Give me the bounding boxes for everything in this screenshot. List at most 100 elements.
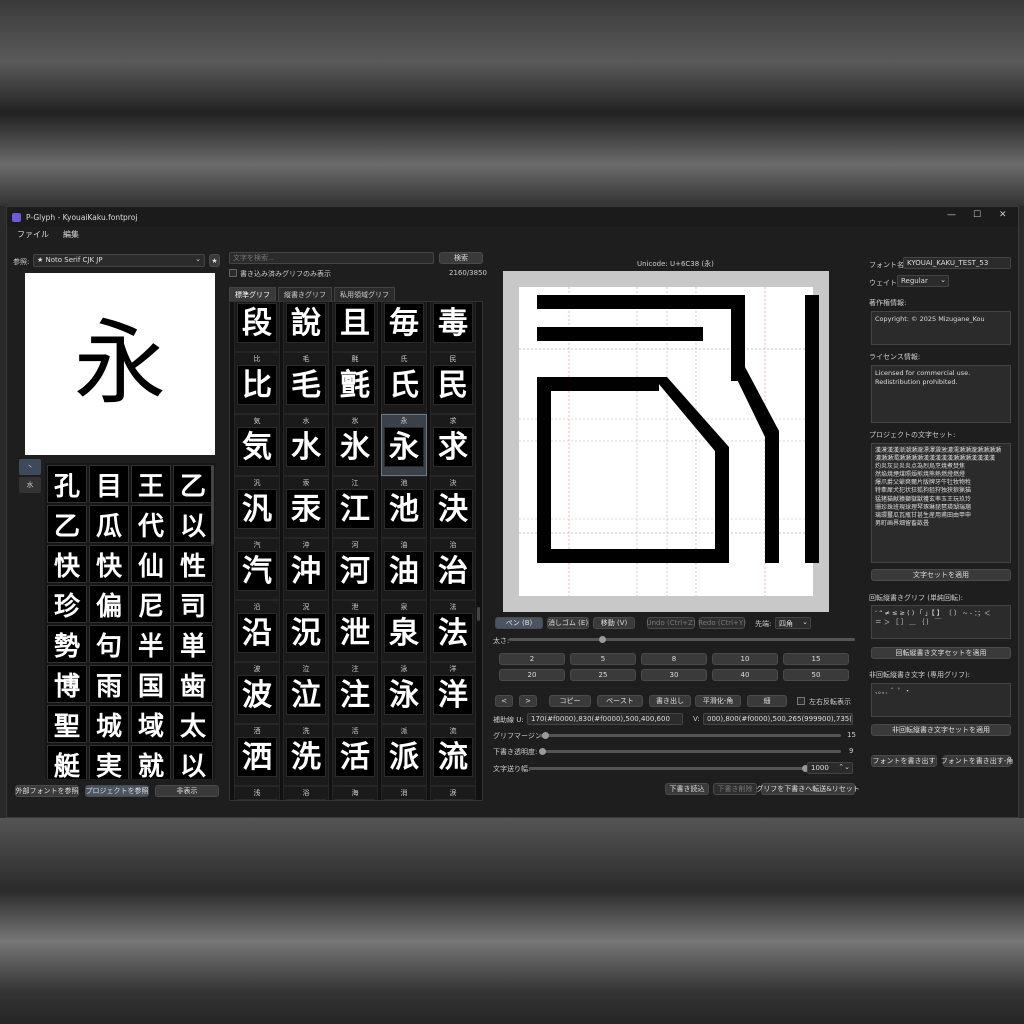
weight-select[interactable]: Regular ⌄: [897, 275, 949, 287]
character-cell[interactable]: 池池: [381, 476, 427, 538]
hide-button[interactable]: 非表示: [155, 785, 219, 797]
reference-glyph-cell[interactable]: 以: [173, 505, 213, 543]
reference-glyph-cell[interactable]: 目: [89, 465, 129, 503]
character-scrollbar[interactable]: [477, 607, 480, 621]
character-cell[interactable]: 油油: [381, 538, 427, 600]
reference-glyph-cell[interactable]: 偏: [89, 585, 129, 623]
redo-button[interactable]: Redo (Ctrl+Y): [698, 617, 746, 629]
copyright-textarea[interactable]: Copyright: © 2025 Mizugane_Kou: [871, 311, 1011, 345]
minimize-icon[interactable]: —: [947, 210, 956, 220]
component-item[interactable]: 水: [19, 477, 41, 493]
reference-glyph-cell[interactable]: 博: [47, 665, 87, 703]
draft-alpha-slider-knob[interactable]: [538, 748, 546, 755]
favorite-star-button[interactable]: ★: [209, 254, 220, 267]
thickness-preset-button[interactable]: 30: [641, 669, 707, 681]
reference-glyph-cell[interactable]: 快: [89, 545, 129, 583]
reference-glyph-cell[interactable]: 性: [173, 545, 213, 583]
draft-alpha-slider[interactable]: [538, 748, 841, 755]
character-cell[interactable]: 比比: [234, 352, 280, 414]
thickness-preset-button[interactable]: 2: [499, 653, 565, 665]
close-icon[interactable]: ✕: [999, 210, 1007, 220]
apply-charset-button[interactable]: 文字セットを適用: [871, 569, 1011, 581]
reference-glyph-cell[interactable]: 瓜: [89, 505, 129, 543]
character-cell[interactable]: 氷氷: [332, 414, 378, 476]
license-textarea[interactable]: Licensed for commercial use. Redistribut…: [871, 365, 1011, 423]
reference-glyph-cell[interactable]: 半: [131, 625, 171, 663]
character-cell[interactable]: 洋洋: [430, 662, 476, 724]
reference-glyph-cell[interactable]: 就: [131, 745, 171, 779]
character-cell[interactable]: 說: [283, 302, 329, 352]
character-cell[interactable]: 法法: [430, 600, 476, 662]
reference-glyph-cell[interactable]: 乙: [47, 505, 87, 543]
prev-glyph-button[interactable]: <: [495, 695, 513, 707]
character-cell[interactable]: 永永: [381, 414, 427, 476]
margin-slider[interactable]: [539, 732, 841, 739]
margin-slider-knob[interactable]: [541, 732, 549, 739]
character-cell[interactable]: 波波: [234, 662, 280, 724]
eraser-tool-button[interactable]: 消しゴム (E): [547, 617, 589, 629]
smooth-corner-button[interactable]: 平滑化-角: [695, 695, 741, 707]
reference-glyph-cell[interactable]: 城: [89, 705, 129, 743]
mirror-checkbox[interactable]: [797, 697, 805, 705]
character-cell[interactable]: 況況: [283, 600, 329, 662]
tab-vertical[interactable]: 縦書きグリフ: [278, 287, 332, 302]
character-cell[interactable]: 民民: [430, 352, 476, 414]
apply-rotated-button[interactable]: 回転縦書き文字セットを適用: [871, 647, 1011, 659]
advance-spinbox[interactable]: 1000 ⌃⌄: [807, 762, 853, 774]
reference-glyph-cell[interactable]: 代: [131, 505, 171, 543]
thin-button[interactable]: 細: [747, 695, 787, 707]
character-cell[interactable]: 毎: [381, 302, 427, 352]
reference-glyph-cell[interactable]: 実: [89, 745, 129, 779]
export-font-button[interactable]: フォントを書き出す: [871, 755, 937, 767]
apply-nonrotated-button[interactable]: 非回転縦書き文字セットを適用: [871, 724, 1011, 736]
character-cell[interactable]: 泉泉: [381, 600, 427, 662]
character-cell[interactable]: 決決: [430, 476, 476, 538]
glyph-canvas[interactable]: [503, 271, 829, 612]
charset-textarea[interactable]: 漢漠漢漢漸潮瀬瀧漂澤澱激濃濡瀬瀬瀧瀬瀬瀬瀬 濃瀬瀬濁瀬瀬瀬瀬漢漢漢漢漢瀬瀬瀬漢漢…: [871, 443, 1011, 563]
reference-glyph-cell[interactable]: 雨: [89, 665, 129, 703]
character-cell[interactable]: 水水: [283, 414, 329, 476]
tab-private-use[interactable]: 私用領域グリフ: [334, 287, 395, 302]
component-item[interactable]: 丶: [19, 459, 41, 475]
character-cell[interactable]: 海海: [332, 786, 378, 800]
reference-glyph-cell[interactable]: 乙: [173, 465, 213, 503]
character-cell[interactable]: 泄泄: [332, 600, 378, 662]
character-cell[interactable]: 流流: [430, 724, 476, 786]
tip-select[interactable]: 四角 ⌄: [775, 617, 811, 629]
tab-standard[interactable]: 標準グリフ: [229, 287, 276, 302]
reference-glyph-cell[interactable]: 勢: [47, 625, 87, 663]
export-font-vertical-button[interactable]: フォントを書き出す-角: [941, 755, 1013, 767]
character-cell[interactable]: 段: [234, 302, 280, 352]
pen-tool-button[interactable]: ペン (B): [495, 617, 543, 629]
thickness-preset-button[interactable]: 8: [641, 653, 707, 665]
reference-scrollbar[interactable]: [211, 465, 214, 545]
thickness-preset-button[interactable]: 25: [570, 669, 636, 681]
load-draft-button[interactable]: 下書き読込: [665, 783, 709, 795]
thickness-preset-button[interactable]: 50: [783, 669, 849, 681]
write-out-button[interactable]: 書き出し: [649, 695, 691, 707]
rotated-vertical-textarea[interactable]: ‘ “ ≠ ≤ ≥ ( ) 「 」【 】 〔 〕 ~ - ：；＜ ＝ ＞ ［ ］…: [871, 605, 1011, 639]
menu-edit[interactable]: 編集: [63, 229, 79, 245]
undo-button[interactable]: Undo (Ctrl+Z): [646, 617, 696, 629]
reference-glyph-cell[interactable]: 句: [89, 625, 129, 663]
guide-u-input[interactable]: 170(#f0000),830(#f0000),500,400,600: [527, 713, 683, 725]
reference-glyph-cell[interactable]: 以: [173, 745, 213, 779]
character-cell[interactable]: 治治: [430, 538, 476, 600]
project-reference-button[interactable]: プロジェクトを参照: [85, 785, 149, 797]
character-cell[interactable]: 活活: [332, 724, 378, 786]
reference-glyph-cell[interactable]: 艇: [47, 745, 87, 779]
character-cell[interactable]: 求求: [430, 414, 476, 476]
move-tool-button[interactable]: 移動 (V): [593, 617, 635, 629]
search-input[interactable]: [229, 252, 434, 264]
copy-button[interactable]: コピー: [549, 695, 591, 707]
character-cell[interactable]: 消消: [381, 786, 427, 800]
character-cell[interactable]: 浅浅: [234, 786, 280, 800]
reference-glyph-cell[interactable]: 歯: [173, 665, 213, 703]
thickness-preset-button[interactable]: 5: [570, 653, 636, 665]
maximize-icon[interactable]: ☐: [973, 210, 981, 220]
font-name-input[interactable]: KYOUAI_KAKU_TEST_53: [903, 257, 1011, 269]
character-cell[interactable]: 汞汞: [283, 476, 329, 538]
delete-draft-button[interactable]: 下書き削除: [713, 783, 757, 795]
external-font-button[interactable]: 外部フォントを参照: [15, 785, 79, 797]
character-cell[interactable]: 河河: [332, 538, 378, 600]
